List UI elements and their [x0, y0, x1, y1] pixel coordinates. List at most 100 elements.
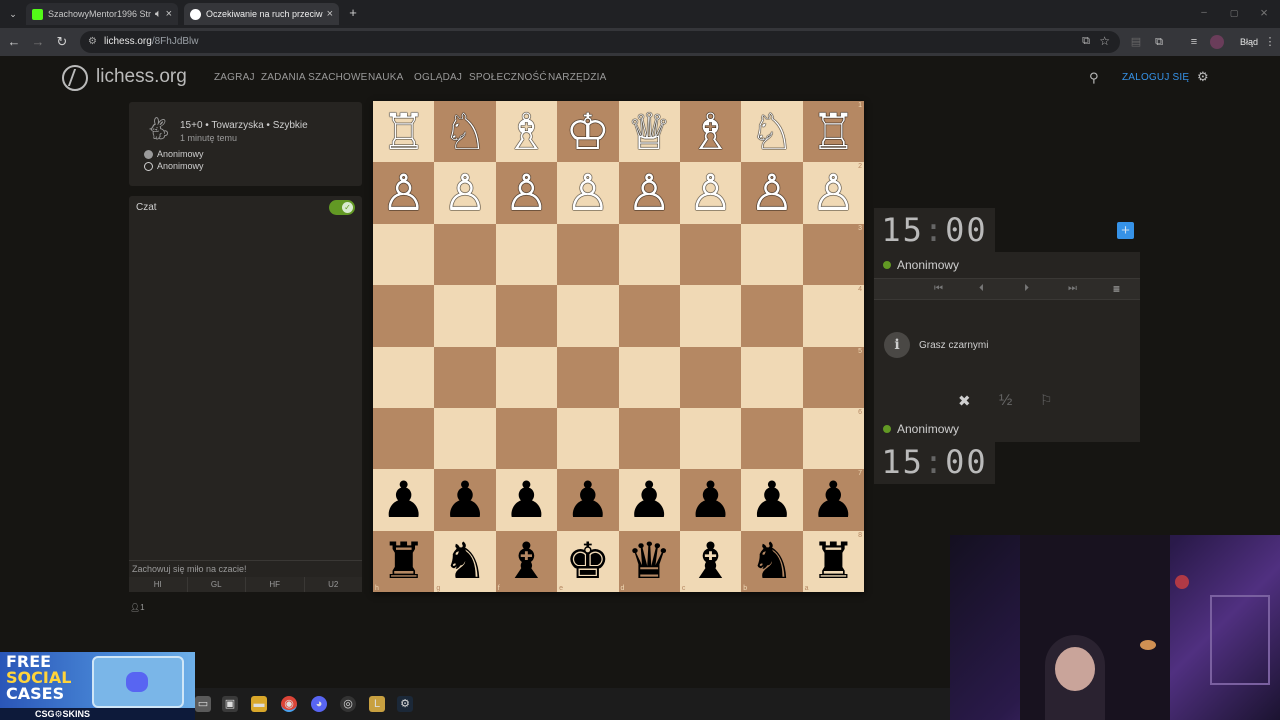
- offer-draw-button[interactable]: ½: [999, 392, 1012, 410]
- forward-icon[interactable]: →: [30, 34, 46, 50]
- close-window-icon[interactable]: ×: [1256, 5, 1272, 21]
- board-square[interactable]: ♞ g: [434, 530, 496, 592]
- prev-move-icon[interactable]: ⏴: [979, 283, 984, 294]
- chess-piece[interactable]: ♝: [504, 536, 549, 586]
- white-player-name[interactable]: Anonimowy: [157, 149, 204, 159]
- chat-toggle[interactable]: ✓: [329, 200, 355, 215]
- maximize-icon[interactable]: ▢: [1226, 5, 1242, 21]
- chess-board[interactable]: ♖ ♘ ♗ ♔ ♕ ♗ ♘ ♖ 1 ♙ ♙ ♙ ♙ ♙ ♙ ♙ ♙ 2 3 4 5 6 ♟ ♟ ♟ ♟ ♟ ♟ ♟ ♟ 7 ♜ h ♞ g ♝ f ♚ e ♛…: [373, 101, 864, 592]
- app-icon[interactable]: ▣: [222, 696, 238, 712]
- reload-icon[interactable]: ↻: [54, 34, 70, 50]
- profile-avatar[interactable]: [1210, 35, 1224, 49]
- board-square[interactable]: 4: [802, 285, 864, 347]
- player-name[interactable]: Anonimowy: [883, 422, 959, 436]
- chess-piece[interactable]: ♖: [811, 107, 856, 157]
- board-square[interactable]: [557, 407, 619, 470]
- board-square[interactable]: [557, 285, 619, 347]
- chess-piece[interactable]: ♕: [627, 107, 672, 157]
- board-square[interactable]: ♙: [557, 162, 619, 224]
- bookmark-star-icon[interactable]: ☆: [1099, 34, 1110, 48]
- board-square[interactable]: [373, 407, 435, 470]
- board-square[interactable]: ♙: [373, 162, 435, 224]
- board-square[interactable]: [741, 285, 803, 347]
- browser-tab-2[interactable]: Oczekiwanie na ruch przeciwnika ×: [184, 3, 339, 25]
- minimize-icon[interactable]: –: [1196, 5, 1212, 21]
- board-square[interactable]: ♖ 1: [802, 101, 864, 163]
- chess-piece[interactable]: ♙: [504, 168, 549, 218]
- install-app-icon[interactable]: ⧉: [1082, 35, 1090, 48]
- back-icon[interactable]: ←: [6, 34, 22, 50]
- board-square[interactable]: [679, 407, 742, 470]
- preset-hf[interactable]: HF: [246, 577, 305, 592]
- board-square[interactable]: [373, 285, 435, 347]
- media-control-icon[interactable]: ≡: [1186, 34, 1202, 50]
- chess-piece[interactable]: ♚: [565, 536, 610, 586]
- chess-piece[interactable]: ♛: [627, 536, 672, 586]
- preset-u2[interactable]: U2: [305, 577, 363, 592]
- chat-input[interactable]: Zachowuj się miło na czacie!: [129, 560, 362, 577]
- chess-piece[interactable]: ♟: [627, 475, 672, 525]
- board-square[interactable]: [434, 285, 496, 347]
- chess-piece[interactable]: ♟: [688, 475, 733, 525]
- board-square[interactable]: ♟: [741, 469, 803, 531]
- board-square[interactable]: [618, 285, 680, 347]
- board-square[interactable]: ♟: [618, 469, 680, 531]
- board-square[interactable]: ♗: [495, 101, 558, 163]
- chess-piece[interactable]: ♙: [627, 168, 672, 218]
- opponent-name[interactable]: Anonimowy: [883, 258, 959, 272]
- nav-tools[interactable]: NARZĘDZIA: [548, 72, 606, 83]
- board-square[interactable]: [495, 407, 558, 470]
- board-square[interactable]: ♙: [434, 162, 496, 224]
- steam-icon[interactable]: ⚙: [397, 696, 413, 712]
- board-square[interactable]: ♟: [495, 469, 558, 531]
- board-square[interactable]: ♙ 2: [802, 162, 864, 224]
- board-square[interactable]: ♟ 7: [802, 469, 864, 531]
- login-link[interactable]: ZALOGUJ SIĘ: [1122, 72, 1189, 83]
- file-explorer-icon[interactable]: ▬: [251, 696, 267, 712]
- board-square[interactable]: ♚ e: [557, 530, 619, 592]
- obs-icon[interactable]: ◎: [340, 696, 356, 712]
- board-square[interactable]: ♘: [434, 101, 496, 163]
- board-square[interactable]: [557, 223, 619, 286]
- board-square[interactable]: ♗: [679, 101, 742, 163]
- give-time-plus-icon[interactable]: +: [1117, 222, 1134, 239]
- discord-icon[interactable]: ◕: [311, 696, 327, 712]
- chess-piece[interactable]: ♟: [565, 475, 610, 525]
- menu-hamburger-icon[interactable]: ≡: [1113, 282, 1120, 296]
- board-square[interactable]: 6: [802, 407, 864, 470]
- board-square[interactable]: [679, 223, 742, 286]
- close-tab-icon[interactable]: ×: [166, 8, 172, 20]
- board-square[interactable]: [741, 223, 803, 286]
- board-square[interactable]: ♘: [741, 101, 803, 163]
- board-square[interactable]: [495, 223, 558, 286]
- board-square[interactable]: ♙: [741, 162, 803, 224]
- board-square[interactable]: [495, 285, 558, 347]
- nav-learn[interactable]: NAUKA: [368, 72, 403, 83]
- board-square[interactable]: ♙: [618, 162, 680, 224]
- board-square[interactable]: ♜ h: [373, 530, 435, 592]
- board-square[interactable]: ♞ b: [741, 530, 803, 592]
- board-square[interactable]: ♝ c: [679, 530, 742, 592]
- board-square[interactable]: 3: [802, 223, 864, 286]
- preset-gl[interactable]: GL: [188, 577, 246, 592]
- site-logo-text[interactable]: lichess.org: [96, 66, 187, 88]
- board-square[interactable]: [495, 346, 558, 408]
- chess-piece[interactable]: ♜: [381, 536, 426, 586]
- profile-error-label[interactable]: Błąd: [1240, 37, 1258, 47]
- board-square[interactable]: [741, 346, 803, 408]
- chess-piece[interactable]: ♙: [381, 168, 426, 218]
- board-square[interactable]: [741, 407, 803, 470]
- board-square[interactable]: [557, 346, 619, 408]
- board-square[interactable]: ♝ f: [495, 530, 558, 592]
- board-square[interactable]: [618, 346, 680, 408]
- board-square[interactable]: [434, 346, 496, 408]
- chess-piece[interactable]: ♙: [443, 168, 488, 218]
- chrome-icon[interactable]: ◉: [281, 696, 297, 712]
- browser-tab-1[interactable]: SzachowyMentor1996 Strona 🔈︎ ×: [26, 3, 178, 25]
- resign-flag-icon[interactable]: ⚐: [1040, 392, 1053, 409]
- board-square[interactable]: ♔: [557, 101, 619, 163]
- tab-search-icon[interactable]: ⌄: [5, 6, 21, 22]
- chess-piece[interactable]: ♝: [688, 536, 733, 586]
- board-square[interactable]: ♟: [557, 469, 619, 531]
- chess-piece[interactable]: ♞: [750, 536, 795, 586]
